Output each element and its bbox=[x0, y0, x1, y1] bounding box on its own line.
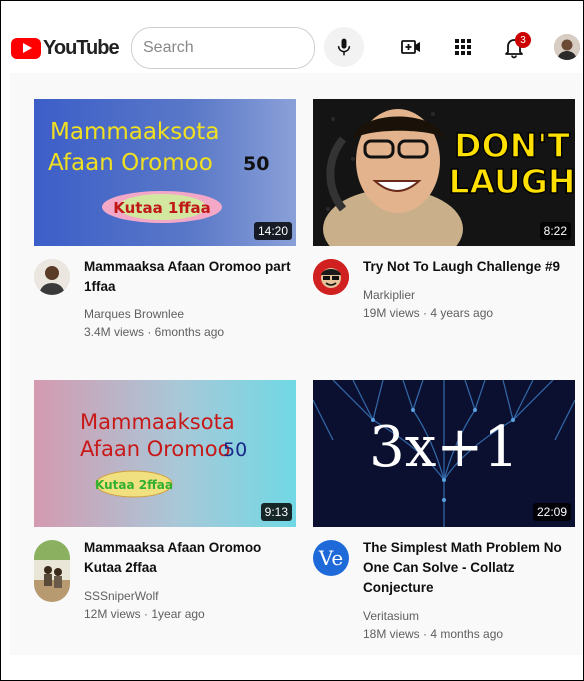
channel-name[interactable]: SSSniperWolf bbox=[84, 589, 158, 603]
video-duration: 8:22 bbox=[539, 222, 571, 240]
apps-button[interactable] bbox=[450, 34, 476, 60]
video-meta: 18M views · 4 months ago bbox=[363, 627, 504, 641]
video-card[interactable]: 3x+1 22:09 Ve The Simplest Math Problem … bbox=[313, 380, 575, 650]
microphone-icon bbox=[337, 38, 351, 56]
video-meta: 19M views · 4 years ago bbox=[363, 306, 494, 320]
channel-avatar[interactable] bbox=[313, 259, 349, 295]
search-box bbox=[131, 27, 315, 69]
video-add-icon bbox=[401, 40, 420, 54]
video-card[interactable]: Mammaaksota Afaan Oromoo 50 Kutaa 2ffaa … bbox=[34, 380, 296, 630]
video-duration: 14:20 bbox=[253, 222, 292, 240]
channel-photo-icon bbox=[34, 259, 70, 295]
video-meta: 12M views · 1year ago bbox=[84, 607, 205, 621]
voice-search-button[interactable] bbox=[324, 27, 364, 67]
notification-count-badge: 3 bbox=[515, 32, 531, 48]
svg-text:Kutaa 2ffaa: Kutaa 2ffaa bbox=[95, 478, 173, 492]
channel-avatar[interactable]: Ve bbox=[313, 540, 349, 576]
video-thumbnail[interactable]: Mammaaksota Afaan Oromoo 50 Kutaa 1ffaa … bbox=[34, 99, 296, 246]
video-card[interactable]: Mammaaksota Afaan Oromoo 50 Kutaa 1ffaa … bbox=[34, 99, 296, 349]
svg-text:Mammaaksota: Mammaaksota bbox=[80, 410, 235, 434]
svg-text:3x+1: 3x+1 bbox=[369, 415, 519, 480]
create-video-button[interactable] bbox=[398, 34, 424, 60]
video-thumbnail[interactable]: Mammaaksota Afaan Oromoo 50 Kutaa 2ffaa … bbox=[34, 380, 296, 527]
svg-text:50: 50 bbox=[223, 439, 247, 461]
channel-avatar[interactable] bbox=[34, 540, 70, 602]
channel-logo-icon bbox=[313, 259, 349, 295]
channel-logo-text: Ve bbox=[318, 546, 344, 570]
channel-photo-icon bbox=[34, 540, 70, 602]
channel-name[interactable]: Marques Brownlee bbox=[84, 307, 184, 321]
search-input[interactable] bbox=[132, 28, 314, 68]
youtube-logo[interactable]: YouTube bbox=[11, 36, 120, 59]
account-avatar[interactable] bbox=[554, 34, 580, 60]
video-duration: 9:13 bbox=[260, 503, 292, 521]
svg-text:Afaan Oromoo: Afaan Oromoo bbox=[48, 150, 213, 176]
svg-text:Mammaaksota: Mammaaksota bbox=[50, 119, 219, 145]
channel-name[interactable]: Veritasium bbox=[363, 609, 419, 623]
svg-text:Kutaa 1ffaa: Kutaa 1ffaa bbox=[113, 199, 211, 217]
svg-text:LAUGH: LAUGH bbox=[448, 162, 575, 201]
youtube-play-icon bbox=[11, 37, 41, 59]
user-photo-icon bbox=[554, 34, 580, 60]
logo-text: YouTube bbox=[43, 36, 120, 59]
video-title[interactable]: Mammaaksa Afaan Oromoo part 1ffaa bbox=[84, 257, 296, 297]
video-thumbnail[interactable]: 3x+1 22:09 bbox=[313, 380, 575, 527]
channel-avatar[interactable] bbox=[34, 259, 70, 295]
masthead: YouTube Search 3 bbox=[1, 1, 583, 73]
video-card[interactable]: DON'T LAUGH 8:22 Try Not To Laugh Challe… bbox=[313, 99, 575, 349]
thumbnail-artwork: Mammaaksota Afaan Oromoo 50 Kutaa 2ffaa bbox=[80, 410, 247, 498]
apps-grid-icon bbox=[455, 39, 471, 55]
svg-text:DON'T: DON'T bbox=[454, 126, 570, 165]
video-thumbnail[interactable]: DON'T LAUGH 8:22 bbox=[313, 99, 575, 246]
channel-name[interactable]: Markiplier bbox=[363, 288, 415, 302]
video-meta: 3.4M views · 6months ago bbox=[84, 325, 225, 339]
video-grid: Mammaaksota Afaan Oromoo 50 Kutaa 1ffaa … bbox=[10, 73, 582, 655]
svg-text:Afaan Oromoo: Afaan Oromoo bbox=[80, 437, 230, 461]
video-title[interactable]: The Simplest Math Problem No One Can Sol… bbox=[363, 538, 575, 598]
video-title[interactable]: Mammaaksa Afaan Oromoo Kutaa 2ffaa bbox=[84, 538, 296, 578]
video-duration: 22:09 bbox=[532, 503, 571, 521]
video-title[interactable]: Try Not To Laugh Challenge #9 bbox=[363, 257, 575, 277]
svg-text:50: 50 bbox=[243, 153, 269, 175]
thumbnail-artwork: DON'T LAUGH bbox=[313, 99, 575, 246]
